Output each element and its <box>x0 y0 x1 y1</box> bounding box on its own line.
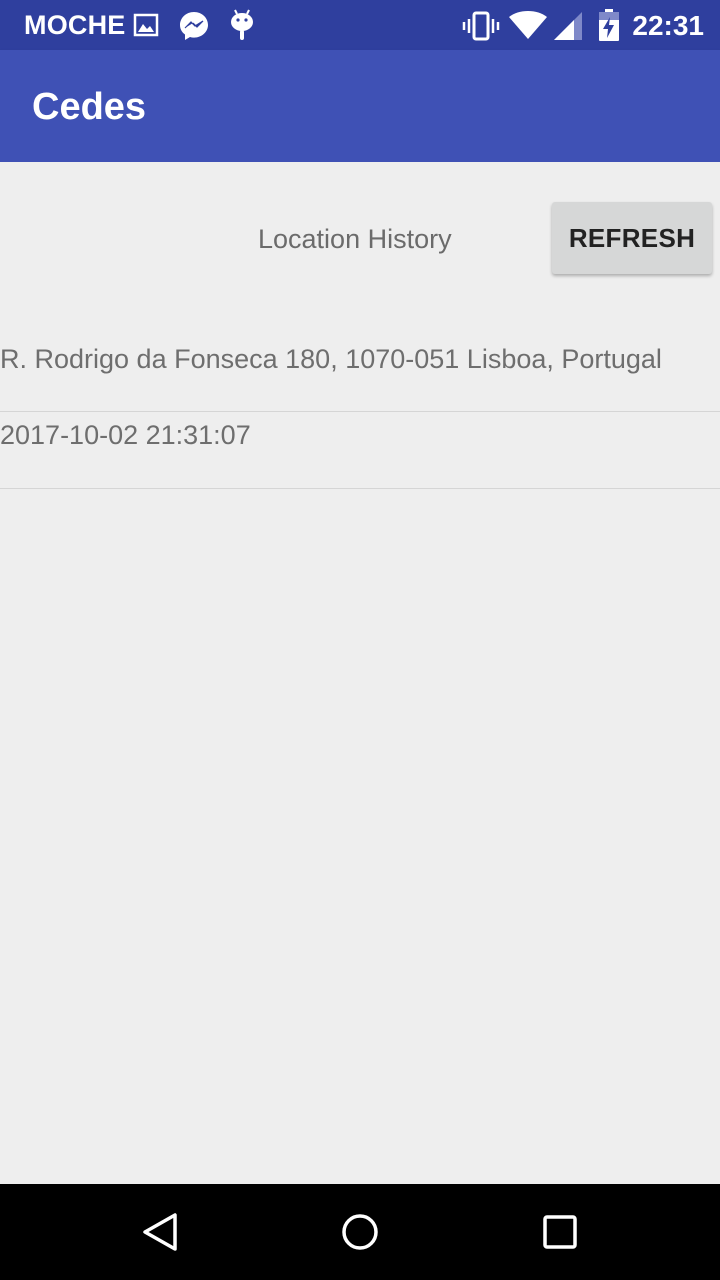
main-content: Location History REFRESH R. Rodrigo da F… <box>0 162 720 1184</box>
image-icon <box>133 13 159 37</box>
back-icon[interactable] <box>136 1208 184 1256</box>
recents-icon[interactable] <box>536 1208 584 1256</box>
location-history-list: R. Rodrigo da Fonseca 180, 1070-051 Lisb… <box>0 336 720 489</box>
cellular-signal-icon <box>554 12 582 40</box>
location-timestamp: 2017-10-02 21:31:07 <box>0 420 251 450</box>
messenger-icon <box>180 12 208 40</box>
vibrate-icon <box>462 11 500 41</box>
location-address: R. Rodrigo da Fonseca 180, 1070-051 Lisb… <box>0 344 662 374</box>
wifi-icon <box>509 11 547 39</box>
home-icon[interactable] <box>336 1208 384 1256</box>
navigation-bar <box>0 1184 720 1280</box>
refresh-button[interactable]: REFRESH <box>552 202 712 274</box>
app-bar: Cedes <box>0 50 720 162</box>
android-icon <box>231 9 253 40</box>
app-title: Cedes <box>32 86 147 128</box>
battery-charging-icon <box>599 9 619 41</box>
location-history-label: Location History <box>258 224 452 254</box>
carrier-name: MOCHE <box>24 10 126 40</box>
status-bar: MOCHE 22:31 <box>0 0 720 50</box>
clock: 22:31 <box>632 10 704 41</box>
list-item[interactable]: 2017-10-02 21:31:07 <box>0 412 720 489</box>
list-item[interactable]: R. Rodrigo da Fonseca 180, 1070-051 Lisb… <box>0 336 720 412</box>
